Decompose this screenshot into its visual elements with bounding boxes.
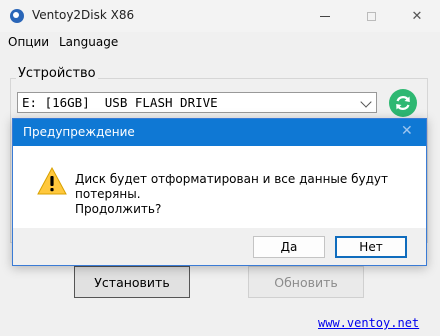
dialog-title: Предупреждение (23, 125, 135, 139)
ventoy-website-link[interactable]: www.ventoy.net (318, 316, 419, 330)
warning-icon (37, 167, 67, 195)
maximize-icon (366, 11, 376, 21)
dialog-body: Диск будет отформатирован и все данные б… (13, 146, 426, 228)
maximize-button (348, 0, 394, 32)
dialog-close-icon[interactable]: ✕ (401, 123, 413, 139)
device-select[interactable]: E: [16GB] USB FLASH DRIVE (17, 92, 377, 113)
warning-dialog: Предупреждение ✕ Диск будет отформатиров… (12, 118, 427, 266)
dialog-message-line1: Диск будет отформатирован и все данные б… (75, 172, 388, 201)
menu-bar: Опции Language (0, 32, 440, 52)
no-button[interactable]: Нет (335, 236, 407, 258)
menu-options[interactable]: Опции (8, 35, 49, 49)
yes-button[interactable]: Да (253, 236, 325, 258)
dialog-message: Диск будет отформатирован и все данные б… (75, 172, 415, 217)
update-button: Обновить (248, 266, 364, 298)
window-title: Ventoy2Disk X86 (32, 8, 135, 22)
install-button[interactable]: Установить (74, 266, 190, 298)
minimize-button[interactable] (302, 0, 348, 32)
refresh-button[interactable] (389, 89, 417, 117)
ventoy-app-icon (10, 9, 24, 23)
close-button[interactable]: ✕ (394, 0, 440, 32)
device-group-label: Устройство (16, 66, 98, 81)
menu-language[interactable]: Language (59, 35, 118, 49)
dialog-titlebar[interactable]: Предупреждение ✕ (13, 119, 426, 146)
window-titlebar[interactable]: Ventoy2Disk X86 ✕ (0, 0, 440, 32)
refresh-icon (396, 96, 410, 110)
minimize-icon (320, 15, 330, 17)
dialog-message-line2: Продолжить? (75, 202, 162, 216)
